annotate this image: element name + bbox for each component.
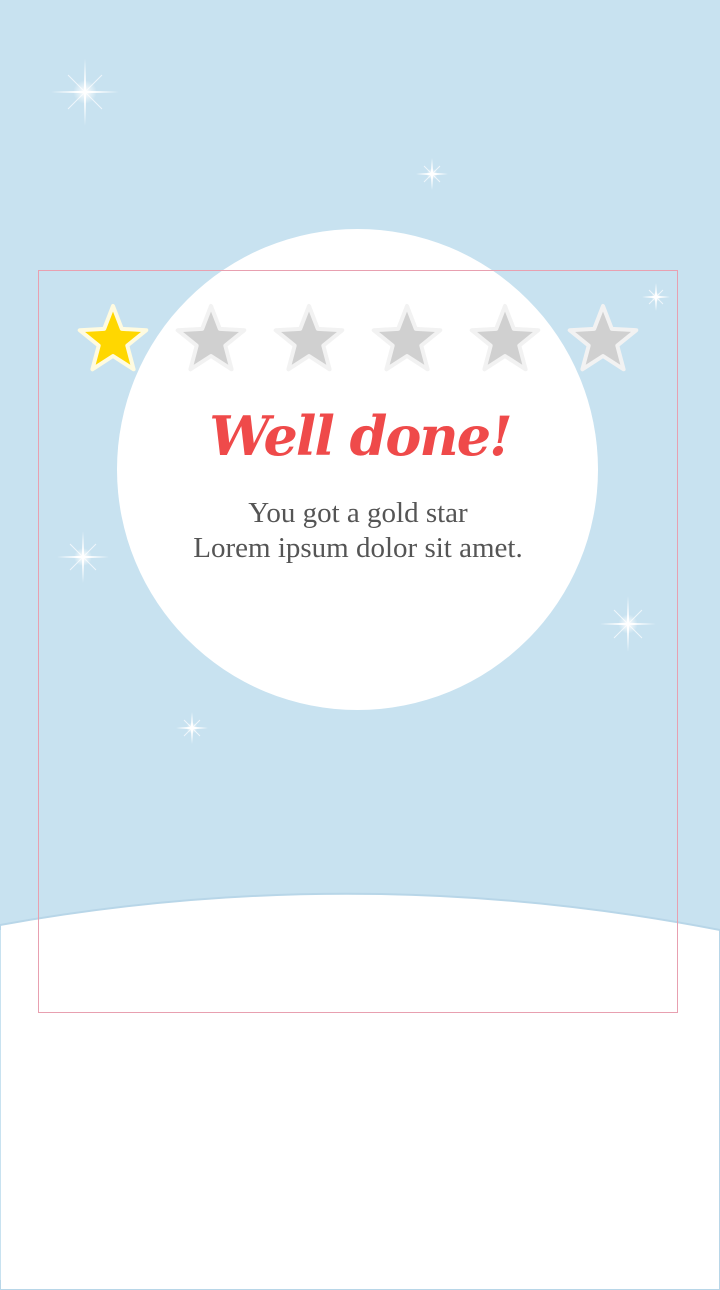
star-empty-icon[interactable]	[270, 300, 348, 378]
star-empty-icon[interactable]	[564, 300, 642, 378]
star-filled-icon[interactable]	[74, 300, 152, 378]
sparkle-icon	[51, 58, 119, 130]
sparkle-icon	[416, 158, 448, 194]
star-empty-icon[interactable]	[466, 300, 544, 378]
title: Well done!	[209, 404, 513, 468]
content-frame	[38, 270, 678, 1013]
star-empty-icon[interactable]	[368, 300, 446, 378]
left-edge-line	[0, 930, 1, 1280]
star-empty-icon[interactable]	[172, 300, 250, 378]
subtitle-line-1: You got a gold star	[248, 497, 468, 529]
subtitle-line-2: Lorem ipsum dolor sit amet.	[193, 532, 523, 564]
star-rating[interactable]	[74, 300, 664, 378]
